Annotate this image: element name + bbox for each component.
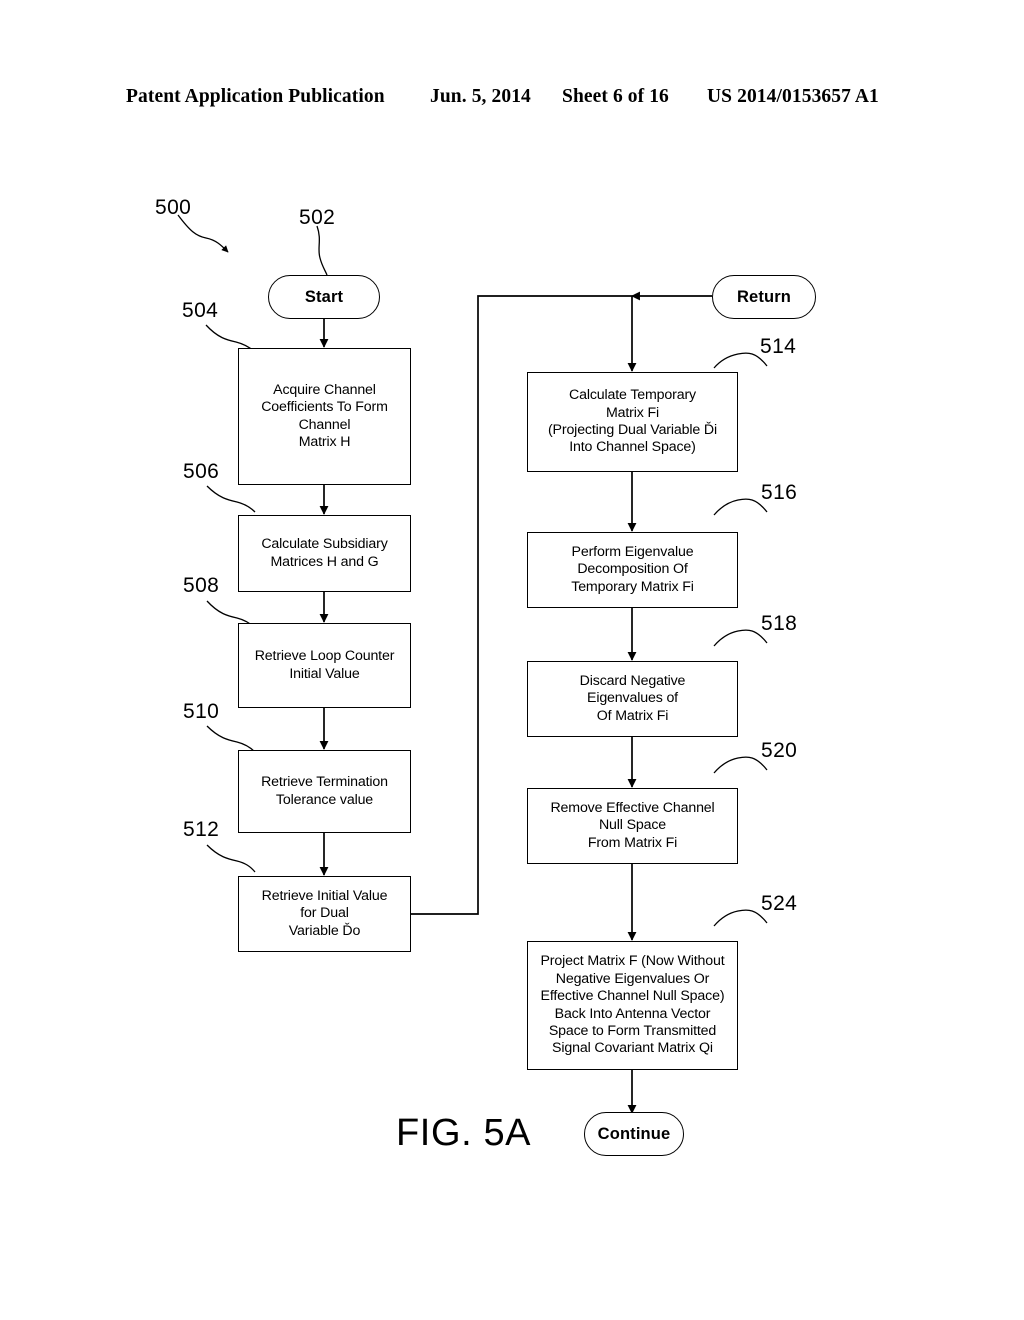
step-box-506[interactable]: Calculate Subsidiary Matrices H and G (238, 515, 411, 592)
step-524-text: Project Matrix F (Now Without Negative E… (540, 953, 725, 1057)
start-label: Start (304, 287, 344, 306)
refnum-504: 504 (182, 299, 219, 322)
step-box-504[interactable]: Acquire Channel Coefficients To Form Cha… (238, 348, 411, 485)
figure-caption: FIG. 5A (396, 1112, 532, 1154)
leader-516 (713, 498, 768, 516)
refnum-520: 520 (761, 739, 798, 762)
refnum-500: 500 (155, 196, 192, 219)
refnum-510: 510 (183, 700, 220, 723)
step-516-text: Perform Eigenvalue Decomposition Of Temp… (571, 543, 694, 595)
leader-502 (316, 225, 328, 276)
refnum-506: 506 (183, 460, 220, 483)
step-box-512[interactable]: Retrieve Initial Value for Dual Variable… (238, 876, 411, 952)
flowchart-figure: 500 502 504 506 508 510 512 514 516 518 … (0, 0, 1024, 1320)
return-label: Return (736, 287, 792, 306)
step-512-text: Retrieve Initial Value for Dual Variable… (261, 887, 388, 939)
leader-510 (206, 725, 256, 753)
refnum-518: 518 (761, 612, 798, 635)
refnum-524: 524 (761, 892, 798, 915)
step-510-text: Retrieve Termination Tolerance value (261, 774, 388, 808)
step-520-text: Remove Effective Channel Null Space From… (550, 799, 715, 851)
step-514-text: Calculate Temporary Matrix Fi (Projectin… (547, 387, 717, 456)
continue-terminator[interactable]: Continue (584, 1112, 684, 1156)
refnum-516: 516 (761, 481, 798, 504)
step-504-text: Acquire Channel Coefficients To Form Cha… (261, 381, 388, 450)
leader-500 (177, 214, 229, 253)
leader-518 (713, 629, 768, 647)
continue-label: Continue (597, 1124, 671, 1143)
step-508-text: Retrieve Loop Counter Initial Value (254, 648, 395, 682)
start-terminator[interactable]: Start (268, 275, 380, 319)
step-box-520[interactable]: Remove Effective Channel Null Space From… (527, 788, 738, 864)
step-518-text: Discard Negative Eigenvalues of Of Matri… (579, 672, 686, 724)
refnum-502: 502 (299, 206, 336, 229)
refnum-514: 514 (760, 335, 797, 358)
leader-506 (206, 485, 256, 513)
return-terminator[interactable]: Return (712, 275, 816, 319)
leader-512 (206, 844, 256, 873)
leader-524 (713, 909, 768, 927)
step-box-518[interactable]: Discard Negative Eigenvalues of Of Matri… (527, 661, 738, 737)
step-box-524[interactable]: Project Matrix F (Now Without Negative E… (527, 941, 738, 1070)
refnum-508: 508 (183, 574, 220, 597)
step-box-510[interactable]: Retrieve Termination Tolerance value (238, 750, 411, 833)
step-506-text: Calculate Subsidiary Matrices H and G (261, 536, 388, 570)
step-box-514[interactable]: Calculate Temporary Matrix Fi (Projectin… (527, 372, 738, 472)
step-box-508[interactable]: Retrieve Loop Counter Initial Value (238, 623, 411, 708)
step-box-516[interactable]: Perform Eigenvalue Decomposition Of Temp… (527, 532, 738, 608)
refnum-512: 512 (183, 818, 220, 841)
leader-520 (713, 756, 768, 774)
